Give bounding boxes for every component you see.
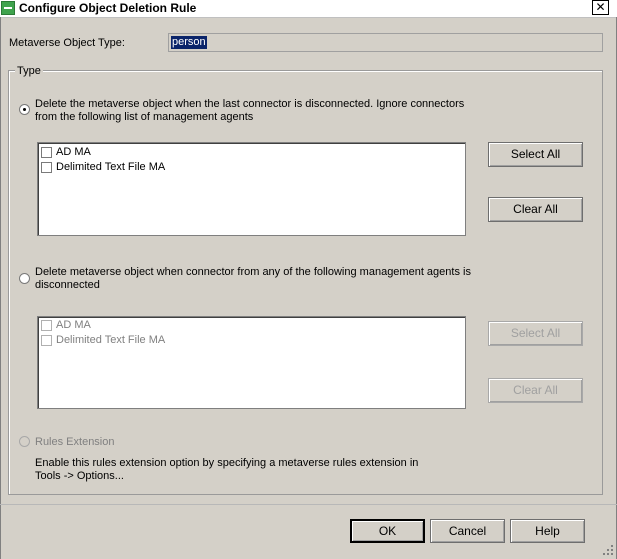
- ma-label: Delimited Text File MA: [56, 334, 166, 346]
- rules-extension-line1: Enable this rules extension option by sp…: [35, 457, 419, 469]
- title-bar: Configure Object Deletion Rule ✕: [0, 0, 617, 18]
- option1-description: Delete the metaverse object when the las…: [35, 98, 464, 124]
- ma-label: AD MA: [56, 146, 91, 158]
- option1-ma-list[interactable]: AD MA Delimited Text File MA: [37, 142, 466, 236]
- select-all-button-disabled: Select All: [488, 321, 583, 346]
- object-type-value: person: [171, 36, 207, 49]
- option2-line1: Delete metaverse object when connector f…: [35, 266, 471, 278]
- rules-extension-label: Rules Extension: [35, 436, 115, 448]
- resize-grip-icon[interactable]: [601, 543, 615, 557]
- radio-delete-any-connector[interactable]: [19, 273, 30, 284]
- option1-line1: Delete the metaverse object when the las…: [35, 98, 465, 110]
- checkbox: [41, 335, 52, 346]
- checkbox: [41, 320, 52, 331]
- app-icon: [1, 1, 15, 15]
- footer-separator: [0, 504, 617, 505]
- type-group-legend: Type: [15, 65, 43, 77]
- help-button[interactable]: Help: [510, 519, 585, 543]
- rules-extension-description: Enable this rules extension option by sp…: [35, 457, 418, 483]
- clear-all-button-disabled: Clear All: [488, 378, 583, 403]
- rules-extension-line2: Tools -> Options...: [35, 470, 124, 482]
- checkbox[interactable]: [41, 147, 52, 158]
- radio-delete-last-connector[interactable]: [19, 104, 30, 115]
- select-all-button[interactable]: Select All: [488, 142, 583, 167]
- option2-ma-list: AD MA Delimited Text File MA: [37, 316, 466, 409]
- option2-line2: disconnected: [35, 279, 100, 291]
- clear-all-button[interactable]: Clear All: [488, 197, 583, 222]
- ok-button[interactable]: OK: [350, 519, 425, 543]
- cancel-button[interactable]: Cancel: [430, 519, 505, 543]
- close-button[interactable]: ✕: [592, 0, 609, 15]
- radio-rules-extension: [19, 436, 30, 447]
- object-type-label: Metaverse Object Type:: [9, 37, 125, 49]
- object-type-field[interactable]: person: [168, 33, 603, 52]
- checkbox[interactable]: [41, 162, 52, 173]
- option1-line2: from the following list of management ag…: [35, 111, 254, 123]
- ma-label: AD MA: [56, 319, 91, 331]
- option2-description: Delete metaverse object when connector f…: [35, 266, 471, 292]
- ma-label: Delimited Text File MA: [56, 161, 166, 173]
- window-title: Configure Object Deletion Rule: [19, 1, 197, 15]
